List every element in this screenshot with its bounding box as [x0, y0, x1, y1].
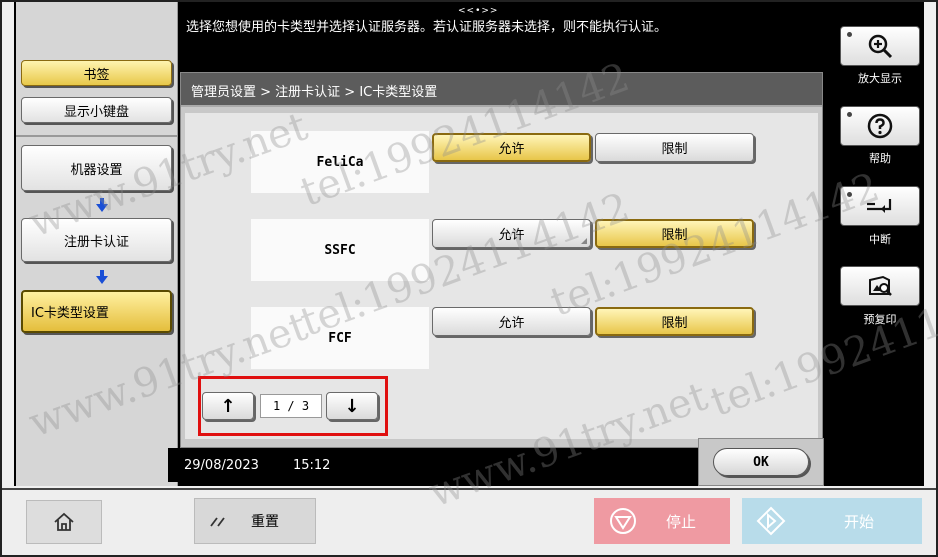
- help-icon: [867, 113, 893, 139]
- start-button[interactable]: 开始: [742, 498, 922, 544]
- felica-restrict-button[interactable]: 限制: [595, 133, 754, 162]
- start-icon: [756, 506, 786, 536]
- stop-button[interactable]: 停止: [594, 498, 730, 544]
- preview-icon: [869, 275, 892, 296]
- status-date: 29/08/2023: [184, 457, 259, 473]
- stop-label: 停止: [666, 512, 697, 531]
- corner-mark-icon: [581, 238, 587, 244]
- card-type-label: FeliCa: [251, 131, 429, 193]
- reset-icon: [210, 517, 225, 527]
- stop-icon: [610, 508, 636, 534]
- status-bar: 29/08/2023 15:12: [168, 448, 698, 482]
- fcf-allow-button[interactable]: 允许: [432, 307, 591, 336]
- felica-allow-button[interactable]: 允许: [432, 133, 591, 162]
- start-label: 开始: [844, 512, 875, 531]
- preview-button[interactable]: [840, 266, 920, 306]
- help-button[interactable]: [840, 106, 920, 146]
- indicator-dot: [847, 112, 852, 117]
- ssfc-restrict-button[interactable]: 限制: [595, 219, 754, 248]
- card-auth-button[interactable]: 注册卡认证: [21, 218, 172, 262]
- reset-button[interactable]: 重置: [194, 498, 316, 544]
- down-arrow-icon: [96, 198, 108, 212]
- preview-label: 预复印: [863, 313, 897, 326]
- indicator-dot: [847, 192, 852, 197]
- card-type-label: FCF: [251, 307, 429, 369]
- show-keypad-button[interactable]: 显示小键盘: [21, 97, 172, 123]
- instruction-message: 选择您想使用的卡类型并选择认证服务器。若认证服务器未选择，则不能执行认证。: [186, 20, 668, 35]
- machine-settings-button[interactable]: 机器设置: [21, 145, 172, 191]
- interrupt-label: 中断: [869, 233, 891, 246]
- home-icon: [54, 512, 74, 531]
- indicator-dot: [847, 32, 852, 37]
- interrupt-button[interactable]: [840, 186, 920, 226]
- interrupt-icon: [867, 199, 892, 213]
- down-arrow-icon: [96, 270, 108, 284]
- zoom-button[interactable]: [840, 26, 920, 66]
- ssfc-allow-button[interactable]: 允许: [432, 219, 591, 248]
- left-divider: [16, 135, 178, 137]
- bottom-bar: 重置 停止 开始: [2, 488, 936, 555]
- zoom-label: 放大显示: [858, 72, 902, 85]
- left-panel: 书签 显示小键盘 机器设置 注册卡认证 IC卡类型设置: [16, 2, 178, 486]
- highlight-annotation: [198, 376, 388, 436]
- help-label: 帮助: [869, 152, 891, 165]
- ok-area: OK: [698, 438, 824, 486]
- breadcrumb: 管理员设置 > 注册卡认证 > IC卡类型设置: [181, 73, 822, 107]
- reset-label: 重置: [251, 514, 279, 530]
- card-type-label: SSFC: [251, 219, 429, 281]
- device-frame: 书签 显示小键盘 机器设置 注册卡认证 IC卡类型设置 <<•>> 选择您想使用…: [0, 0, 938, 557]
- zoom-in-icon: [868, 34, 893, 59]
- ic-card-type-settings-button[interactable]: IC卡类型设置: [21, 290, 172, 333]
- home-button[interactable]: [26, 500, 102, 544]
- scroll-indicator: <<•>>: [458, 6, 499, 16]
- fcf-restrict-button[interactable]: 限制: [595, 307, 754, 336]
- allow-label: 允许: [498, 228, 525, 243]
- bookmark-button[interactable]: 书签: [21, 60, 172, 86]
- ok-button[interactable]: OK: [713, 448, 809, 476]
- status-time: 15:12: [292, 457, 331, 473]
